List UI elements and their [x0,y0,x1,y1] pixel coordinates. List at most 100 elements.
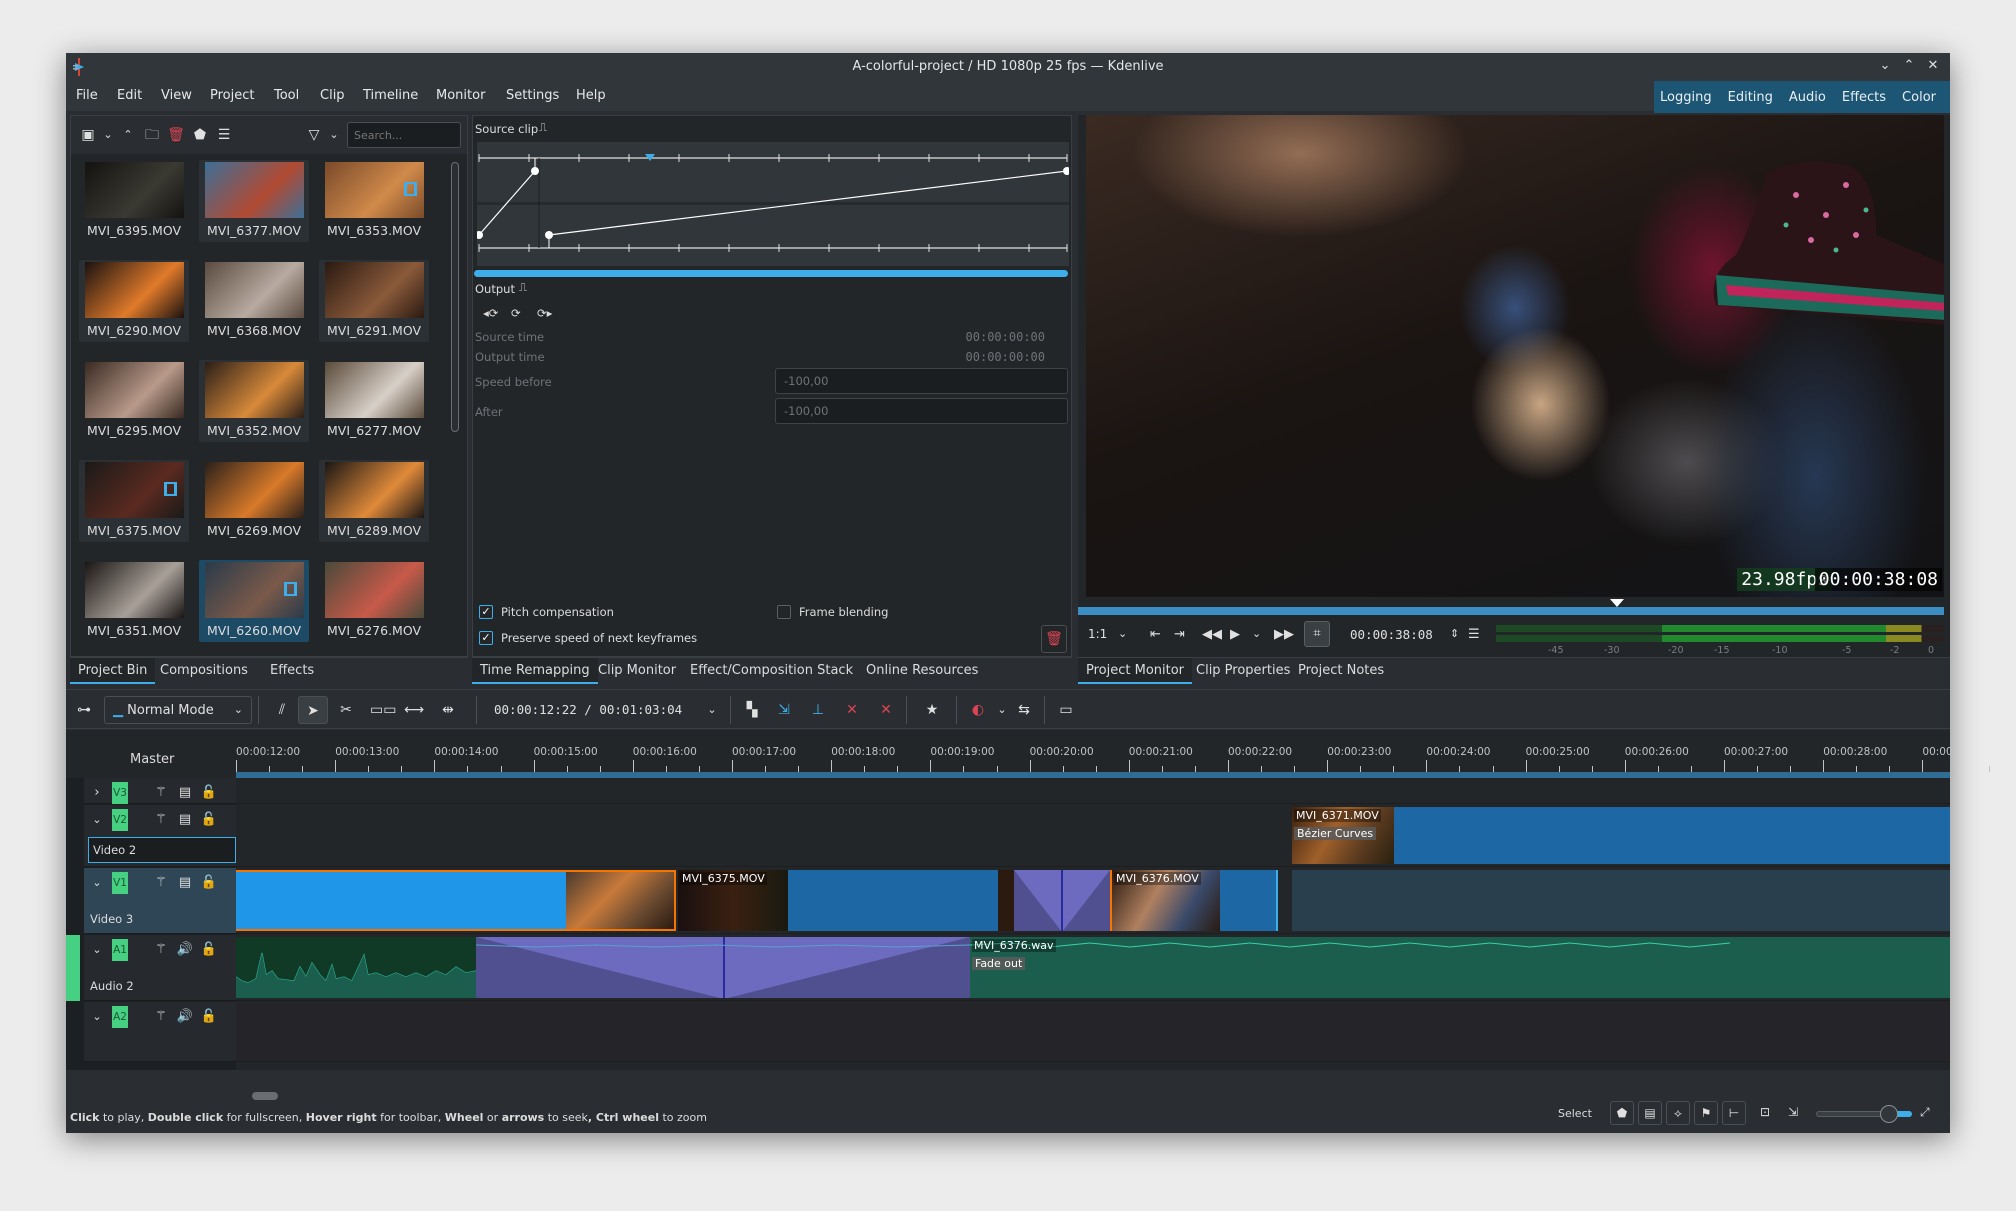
lock-icon[interactable]: 🔓 [200,872,218,894]
fit-zoom-icon[interactable]: ⊡ [1760,1105,1770,1119]
bin-clip[interactable]: MVI_6368.MOV [199,260,309,342]
composition-transition[interactable] [1014,870,1110,931]
crop-icon[interactable]: ⌗ [1304,621,1330,647]
zoom-ratio[interactable]: 1:1 [1088,627,1107,641]
tag-filter-icon[interactable]: ⬟ [1610,1101,1634,1125]
layout-effects[interactable]: Effects [1842,90,1886,105]
film-icon[interactable]: ▤ [176,809,194,831]
audio-clip[interactable] [236,937,476,998]
clip-v2-body[interactable] [1394,807,1950,864]
insert-icon[interactable]: ⇲ [774,700,794,720]
video-preview[interactable]: 23.98fps 00:00:38:08 [1086,115,1944,597]
preserve-speed-checkbox[interactable]: ✓ [479,631,493,645]
track-tag[interactable]: A1 [112,939,128,961]
layout-logging[interactable]: Logging [1660,90,1712,105]
next-keyframe-icon[interactable]: ⟳▸ [537,306,552,320]
rewind-icon[interactable]: ◀◀ [1202,627,1222,642]
lane-v3[interactable] [236,778,1950,804]
audio-filter-icon[interactable]: ⟡ [1666,1101,1690,1125]
spacer-tool-icon[interactable]: ▭▭ [370,700,396,720]
source-time-value[interactable]: 00:00:00:00 [966,330,1045,344]
selected-clip[interactable] [236,870,676,931]
speed-after-input[interactable]: -100,00 [775,398,1068,424]
lift-icon[interactable]: ✕ [876,700,896,720]
record-dropdown-icon[interactable]: ⌄ [992,700,1012,720]
delete-remap-button[interactable]: 🗑 [1041,625,1067,653]
remap-curve-editor[interactable] [475,142,1071,266]
menu-tool[interactable]: Tool [274,88,299,103]
bin-clip[interactable]: MVI_6276.MOV [319,560,429,642]
timecode-dropdown-icon[interactable]: ⌄ [702,700,722,720]
menu-project[interactable]: Project [210,88,254,103]
tab-online-resources[interactable]: Online Resources [858,658,986,684]
audio-target-indicator[interactable] [66,935,80,1001]
remap-range-bar[interactable] [474,270,1068,277]
tab-effects[interactable]: Effects [262,658,322,684]
bin-clip[interactable]: MVI_6351.MOV [79,560,189,642]
track-settings-icon[interactable]: ⊶ [74,700,94,720]
bin-clip[interactable]: MVI_6269.MOV [199,460,309,542]
add-clip-icon[interactable]: ▣ [79,126,97,144]
extract-icon[interactable]: ✕ [842,700,862,720]
output-time-value[interactable]: 00:00:00:00 [966,350,1045,364]
zoom-dropdown-icon[interactable]: ⌄ [1118,627,1127,640]
menu-file[interactable]: File [76,88,98,103]
track-tag[interactable]: V1 [112,872,128,894]
clip-thumb[interactable]: MVI_6371.MOV Bézier Curves [1292,807,1394,864]
tab-project-notes[interactable]: Project Notes [1290,658,1392,684]
bin-clip[interactable]: MVI_6277.MOV [319,360,429,442]
forward-icon[interactable]: ▶▶ [1274,627,1294,642]
effects-wand-icon[interactable]: ⚚ [152,872,170,894]
speaker-icon[interactable]: 🔊 [176,1006,194,1028]
menu-monitor[interactable]: Monitor [436,88,485,103]
menu-icon[interactable]: ☰ [215,126,233,144]
layout-color[interactable]: Color [1902,90,1936,105]
expand-icon[interactable]: › [88,782,106,804]
add-keyframe-icon[interactable]: ⟳ [511,306,521,320]
marker-filter-icon[interactable]: ⚑ [1694,1101,1718,1125]
clip-body[interactable] [788,870,998,931]
clip-effect-badge[interactable]: Bézier Curves [1294,827,1377,840]
menu-edit[interactable]: Edit [117,88,142,103]
remap-curve[interactable] [475,142,1071,266]
bin-clip[interactable]: MVI_6290.MOV [79,260,189,342]
timeline-timecode[interactable]: 00:00:12:22 / 00:01:03:04 [494,702,682,717]
bin-clip[interactable]: MVI_6353.MOV [319,160,429,242]
frame-blending-checkbox[interactable] [777,605,791,619]
track-header-a2[interactable]: ⌄ A2 ⚚ 🔊 🔓 [84,1002,236,1062]
snap-icon[interactable]: ⫽ [272,700,292,720]
record-icon[interactable]: ◐ [968,700,988,720]
layout-audio[interactable]: Audio [1789,90,1826,105]
track-tag[interactable]: V3 [112,782,128,804]
collapse-icon[interactable]: ⌄ [88,939,106,961]
maximize-button[interactable]: ⌃ [1900,57,1918,75]
minimize-button[interactable]: ⌄ [1876,57,1894,75]
effects-wand-icon[interactable]: ⚚ [152,782,170,804]
bin-clip[interactable]: MVI_6375.MOV [79,460,189,542]
menu-clip[interactable]: Clip [320,88,345,103]
track-name-input[interactable]: Video 2 [88,837,236,863]
menu-help[interactable]: Help [576,88,606,103]
bin-clip[interactable]: MVI_6377.MOV [199,160,309,242]
zoom-in-icon[interactable]: ⤢ [1920,1105,1930,1120]
timeline-scrollbar[interactable] [252,1092,278,1100]
subtitle-icon[interactable]: ▭ [1056,700,1076,720]
bin-search-input[interactable] [347,122,461,148]
layout-editing[interactable]: Editing [1728,90,1773,105]
tab-compositions[interactable]: Compositions [152,658,256,684]
audio-clip-mvi-6376[interactable]: MVI_6376.wav Fade out [970,937,1950,998]
razor-tool-icon[interactable]: ✂ [336,700,356,720]
menu-settings[interactable]: Settings [506,88,559,103]
lock-icon[interactable]: 🔓 [200,809,218,831]
close-button[interactable]: ✕ [1924,57,1942,75]
track-name[interactable]: Audio 2 [90,979,134,993]
filter-icon[interactable]: ▽ [305,126,323,144]
clip-mvi-6376[interactable]: MVI_6376.MOV [1110,870,1220,931]
play-icon[interactable]: ▶ [1230,627,1240,642]
composite-icon[interactable]: ▚ [742,700,762,720]
chevron-up-icon[interactable]: ⌃ [119,126,137,144]
lock-icon[interactable]: 🔓 [200,782,218,804]
collapse-icon[interactable]: ⌄ [88,1006,106,1028]
menu-timeline[interactable]: Timeline [363,88,418,103]
delete-icon[interactable]: 🗑 [167,126,185,144]
